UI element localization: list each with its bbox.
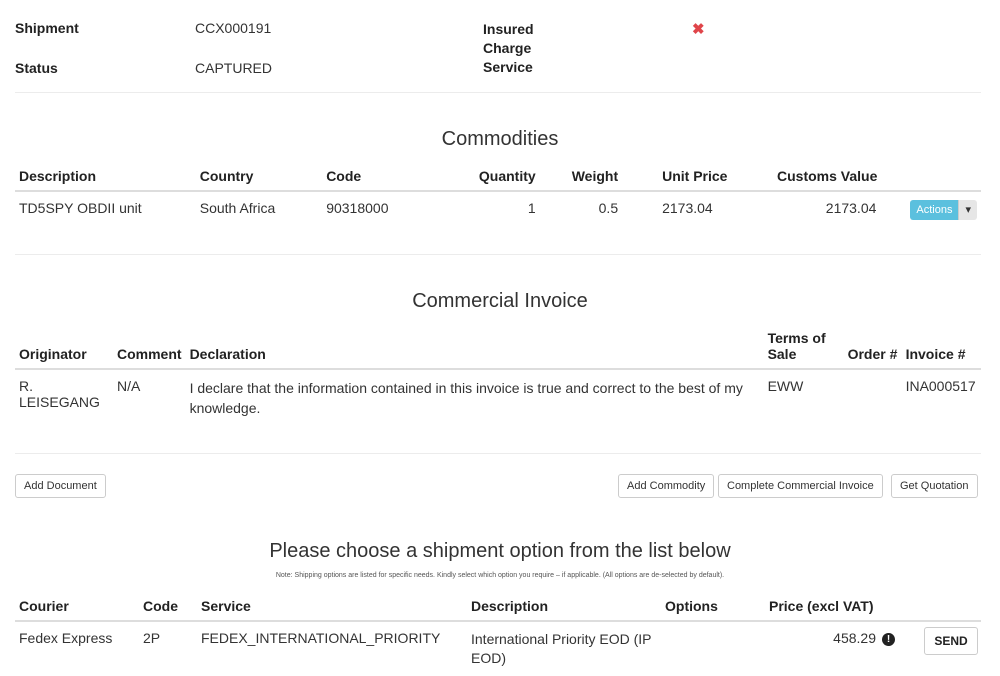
col-terms: Terms of Sale (763, 330, 844, 370)
col-options: Options (661, 598, 765, 622)
invoice-table: Originator Comment Declaration Terms of … (15, 330, 981, 426)
col-order: Order # (843, 330, 902, 370)
cell-unit-price: 2173.04 (662, 200, 713, 216)
send-button[interactable]: SEND (924, 627, 978, 655)
shipping-table: Courier Code Service Description Options… (15, 598, 981, 676)
divider (15, 453, 981, 454)
actions-label[interactable]: Actions (910, 200, 959, 220)
col-courier: Courier (15, 598, 139, 622)
col-weight: Weight (539, 168, 623, 192)
cell-customs-value: 2173.04 (825, 200, 877, 216)
col-unit-price: Unit Price (622, 168, 774, 192)
commodities-title: Commodities (441, 128, 559, 150)
col-quantity: Quantity (428, 168, 540, 192)
col-description: Description (467, 598, 661, 622)
cell-originator: R. LEISEGANG (19, 378, 100, 410)
shipping-note: Note: Shipping options are listed for sp… (275, 572, 725, 579)
col-actions (906, 168, 981, 192)
col-price: Price (excl VAT) (765, 598, 899, 622)
cell-actions: Actions ▾ (906, 191, 981, 228)
get-quotation-button[interactable]: Get Quotation (891, 474, 978, 498)
insured-label: Insured (483, 21, 534, 37)
col-service: Service (197, 598, 467, 622)
commodities-table: Description Country Code Quantity Weight… (15, 168, 981, 228)
invoice-title: Commercial Invoice (412, 290, 588, 312)
cell-description: International Priority EOD (IP EOD) (471, 631, 652, 666)
shipment-label: Shipment (15, 20, 79, 36)
actions-dropdown-button[interactable]: Actions ▾ (910, 200, 977, 220)
cell-description: TD5SPY OBDII unit (19, 200, 142, 216)
caret-down-icon[interactable]: ▾ (958, 200, 977, 220)
info-icon[interactable]: ! (882, 632, 895, 646)
cell-price: 458.29! (765, 621, 899, 676)
complete-commercial-invoice-button[interactable]: Complete Commercial Invoice (718, 474, 883, 498)
table-row: Fedex Express 2P FEDEX_INTERNATIONAL_PRI… (15, 621, 981, 676)
cell-declaration: I declare that the information contained… (189, 380, 743, 416)
service-label: Service (483, 59, 533, 75)
cell-options (661, 621, 765, 676)
table-row: TD5SPY OBDII unit South Africa 90318000 … (15, 191, 981, 228)
cell-terms: EWW (767, 378, 804, 394)
add-document-button[interactable]: Add Document (15, 474, 106, 498)
charge-label: Charge (483, 40, 532, 56)
col-originator: Originator (15, 330, 113, 370)
cell-code: 2P (143, 630, 161, 646)
red-x-icon: ✖ (692, 21, 705, 38)
price-value: 458.29 (833, 630, 876, 646)
cell-country: South Africa (199, 200, 276, 216)
col-description: Description (15, 168, 196, 192)
shipping-title: Please choose a shipment option from the… (269, 540, 731, 562)
add-commodity-button[interactable]: Add Commodity (618, 474, 715, 498)
insured-charge-service-labels: Insured Charge Service (483, 20, 534, 77)
col-code: Code (139, 598, 197, 622)
cell-code: 90318000 (326, 200, 389, 216)
divider (15, 92, 981, 93)
col-invoice: Invoice # (901, 330, 981, 370)
shipment-value: CCX000191 (195, 20, 272, 36)
table-row: R. LEISEGANG N/A I declare that the info… (15, 369, 981, 426)
col-comment: Comment (113, 330, 186, 370)
col-send (899, 598, 981, 622)
cell-comment: N/A (117, 378, 141, 394)
cell-service: FEDEX_INTERNATIONAL_PRIORITY (201, 630, 441, 646)
col-declaration: Declaration (185, 330, 764, 370)
divider (15, 254, 981, 255)
status-label: Status (15, 60, 58, 76)
col-country: Country (195, 168, 323, 192)
col-code: Code (322, 168, 429, 192)
cell-invoice: INA000517 (905, 378, 976, 394)
cell-order (844, 369, 902, 426)
cell-weight: 0.5 (598, 200, 619, 216)
col-customs-value: Customs Value (773, 168, 907, 192)
cell-courier: Fedex Express (19, 630, 113, 646)
cell-quantity: 1 (527, 200, 536, 216)
status-value: CAPTURED (195, 60, 273, 76)
